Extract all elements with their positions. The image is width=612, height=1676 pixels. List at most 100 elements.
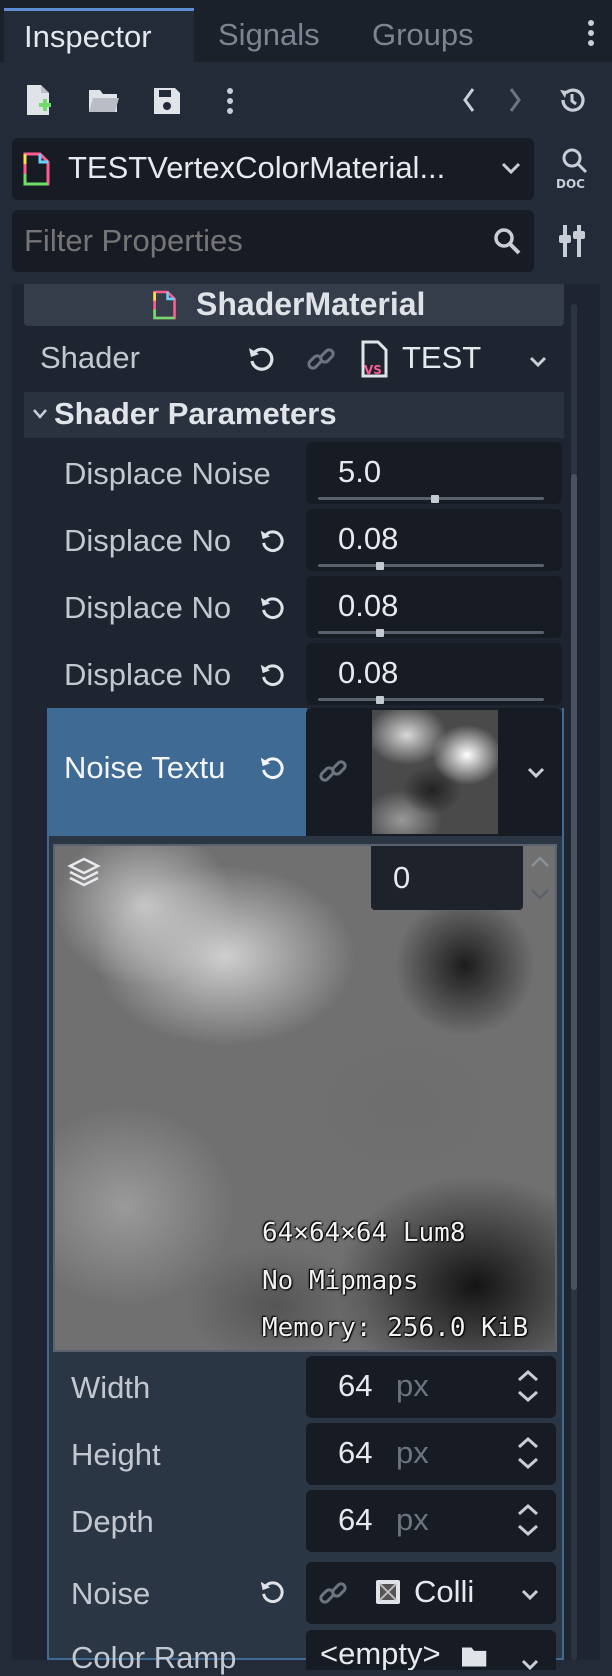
shader-value[interactable]: TEST	[402, 340, 481, 376]
shader-parameters-header: Shader Parameters	[54, 396, 337, 431]
layers-icon	[67, 857, 101, 887]
revert-icon[interactable]	[258, 754, 286, 782]
load-folder-icon[interactable]	[460, 1644, 490, 1670]
toolbar-more-icon[interactable]	[227, 84, 233, 118]
svg-text:VS: VS	[364, 363, 382, 377]
material-icon	[23, 152, 50, 186]
texture-preview: 0 64×64×64 Lum8 No Mipmaps Memory: 256.0…	[53, 844, 557, 1352]
link-icon[interactable]	[318, 1578, 348, 1608]
revert-icon[interactable]	[258, 661, 286, 689]
noise-resource-icon	[376, 1580, 400, 1604]
slider-track	[318, 564, 544, 567]
slider-track	[318, 631, 544, 634]
link-icon[interactable]	[318, 756, 348, 786]
chevron-down-icon	[501, 162, 521, 175]
slider-grabber[interactable]	[431, 495, 439, 503]
param-slider[interactable]: 0.08	[306, 643, 562, 705]
texture-dropdown-icon[interactable]	[526, 766, 546, 780]
link-icon[interactable]	[306, 344, 336, 374]
noise-label: Noise	[71, 1576, 151, 1611]
shader-parameters-section[interactable]: Shader Parameters	[24, 392, 564, 438]
param-row: Displace Noise 5.0	[0, 440, 612, 507]
param-row: Displace No 0.08	[0, 574, 612, 641]
tab-inspector[interactable]: Inspector	[4, 8, 194, 62]
shader-dropdown-icon[interactable]	[528, 355, 548, 369]
object-history-icon[interactable]	[556, 84, 588, 116]
param-value: 0.08	[338, 521, 399, 556]
param-value: 0.08	[338, 588, 399, 623]
slider-grabber[interactable]	[376, 562, 384, 570]
dock-menu-icon[interactable]	[588, 16, 594, 50]
param-row: Displace No 0.08	[0, 641, 612, 708]
noise-texture-picker[interactable]	[306, 708, 562, 836]
dimension-row: Depth 64 px	[0, 1490, 612, 1557]
dimension-value: 64	[338, 1368, 373, 1403]
param-label: Displace No	[64, 657, 232, 692]
dimension-value: 64	[338, 1435, 373, 1470]
dimension-spinbox[interactable]: 64 px	[306, 1356, 556, 1418]
dimension-row: Height 64 px	[0, 1423, 612, 1490]
param-label: Displace Noise	[64, 456, 271, 491]
resource-name: TESTVertexColorMaterial...	[68, 150, 446, 185]
dimension-label: Width	[71, 1370, 151, 1405]
noise-resource-picker[interactable]: Colli	[306, 1562, 556, 1624]
shader-label: Shader	[40, 340, 140, 375]
texture-format-info: 64×64×64 Lum8	[262, 1218, 466, 1248]
dimension-spinbox[interactable]: 64 px	[306, 1490, 556, 1552]
noise-texture-thumbnail	[372, 710, 498, 834]
dimension-label: Depth	[71, 1504, 154, 1539]
tab-groups[interactable]: Groups	[372, 8, 474, 62]
dimension-list: Width 64 px Height 64 px Depth 64 px	[0, 1356, 612, 1556]
slider-track	[318, 698, 544, 701]
open-folder-icon[interactable]	[86, 84, 122, 118]
tab-signals-label: Signals	[218, 17, 320, 52]
dimension-value: 64	[338, 1502, 373, 1537]
layer-value: 0	[393, 860, 411, 895]
tab-signals[interactable]: Signals	[218, 8, 320, 62]
filter-properties-input[interactable]	[22, 220, 466, 262]
material-class-icon	[153, 290, 176, 320]
history-back-icon[interactable]	[458, 84, 480, 116]
texture-mipmaps-info: No Mipmaps	[262, 1266, 419, 1296]
shader-params-list: Displace Noise 5.0 Displace No 0.08 Disp…	[0, 440, 612, 710]
dimension-row: Width 64 px	[0, 1356, 612, 1423]
dimension-unit: px	[396, 1368, 429, 1403]
save-icon[interactable]	[150, 84, 184, 118]
class-name: ShaderMaterial	[196, 286, 426, 322]
slider-grabber[interactable]	[376, 629, 384, 637]
visual-shader-icon: VS	[360, 340, 390, 380]
param-slider[interactable]: 0.08	[306, 509, 562, 571]
resource-selector[interactable]: TESTVertexColorMaterial...	[12, 138, 534, 200]
tab-inspector-label: Inspector	[24, 18, 152, 54]
stepper-icon[interactable]	[516, 1435, 540, 1471]
object-tools-icon[interactable]	[554, 222, 590, 260]
stepper-icon[interactable]	[516, 1502, 540, 1538]
stepper-icon[interactable]	[516, 1368, 540, 1404]
slider-grabber[interactable]	[376, 696, 384, 704]
noise-texture-row[interactable]: Noise Textu	[47, 708, 307, 836]
param-slider[interactable]: 5.0	[306, 442, 562, 504]
color-ramp-label: Color Ramp	[71, 1640, 237, 1675]
color-ramp-picker[interactable]: <empty>	[306, 1630, 556, 1670]
param-label: Displace No	[64, 523, 232, 558]
history-forward-icon[interactable]	[504, 84, 526, 116]
filter-properties-field[interactable]	[12, 210, 534, 272]
param-row: Displace No 0.08	[0, 507, 612, 574]
dimension-spinbox[interactable]: 64 px	[306, 1423, 556, 1485]
param-slider[interactable]: 0.08	[306, 576, 562, 638]
layer-spinbox[interactable]: 0	[371, 846, 523, 910]
color-ramp-value: <empty>	[320, 1636, 441, 1670]
new-resource-icon[interactable]	[22, 82, 56, 118]
open-docs-icon[interactable]: DOC	[552, 146, 592, 192]
revert-icon[interactable]	[258, 594, 286, 622]
revert-icon[interactable]	[258, 527, 286, 555]
revert-icon[interactable]	[258, 1578, 286, 1606]
param-value: 0.08	[338, 655, 399, 690]
search-icon	[494, 228, 521, 255]
svg-text:DOC: DOC	[556, 177, 585, 191]
layer-stepper-icon[interactable]	[529, 852, 551, 904]
dimension-label: Height	[71, 1437, 161, 1472]
param-value: 5.0	[338, 454, 382, 489]
noise-dropdown-icon[interactable]	[520, 1588, 540, 1602]
revert-icon[interactable]	[246, 344, 276, 374]
